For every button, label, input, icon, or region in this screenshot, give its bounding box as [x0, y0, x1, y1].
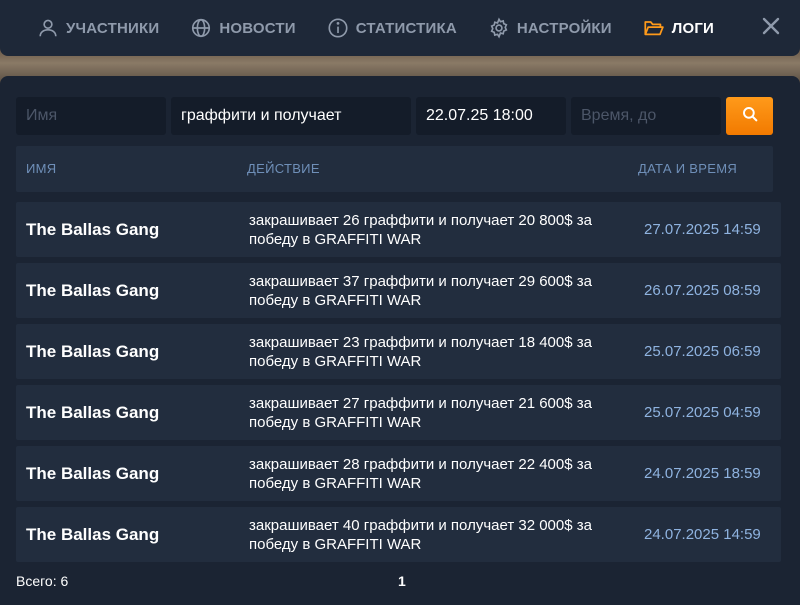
row-datetime: 24.07.2025 14:59: [644, 526, 761, 543]
action-filter-input[interactable]: [171, 97, 411, 135]
tab-statistics-label: СТАТИСТИКА: [355, 19, 457, 37]
filter-bar: [16, 97, 773, 135]
user-icon: [36, 16, 60, 40]
column-header-datetime: ДАТА И ВРЕМЯ: [638, 161, 738, 176]
row-datetime: 24.07.2025 18:59: [644, 465, 761, 482]
row-name: The Ballas Gang: [26, 525, 160, 544]
row-action: закрашивает 23 граффити и получает 18 40…: [249, 333, 592, 370]
column-header-name: ИМЯ: [26, 161, 57, 176]
table-row: The Ballas Gang закрашивает 23 граффити …: [16, 324, 781, 379]
tab-settings-label: НАСТРОЙКИ: [516, 19, 612, 37]
tab-members[interactable]: УЧАСТНИКИ: [36, 0, 159, 56]
info-icon: [326, 16, 350, 40]
total-count: Всего: 6: [16, 573, 69, 589]
table-row: The Ballas Gang закрашивает 37 граффити …: [16, 263, 781, 318]
row-action: закрашивает 26 граффити и получает 20 80…: [249, 211, 592, 248]
row-action: закрашивает 27 граффити и получает 21 60…: [249, 394, 592, 431]
tab-settings[interactable]: НАСТРОЙКИ: [487, 0, 612, 56]
search-button[interactable]: [726, 97, 773, 135]
tab-logs-label: ЛОГИ: [671, 19, 715, 37]
row-action: закрашивает 40 граффити и получает 32 00…: [249, 516, 592, 553]
row-datetime: 25.07.2025 04:59: [644, 404, 761, 421]
pagination-page-1[interactable]: 1: [398, 573, 406, 589]
row-datetime: 27.07.2025 14:59: [644, 221, 761, 238]
tab-news-label: НОВОСТИ: [219, 19, 296, 37]
row-action: закрашивает 37 граффити и получает 29 60…: [249, 272, 592, 309]
row-datetime: 25.07.2025 06:59: [644, 343, 761, 360]
close-icon: [762, 17, 780, 40]
table-row: The Ballas Gang закрашивает 28 граффити …: [16, 446, 781, 501]
table-header: ИМЯ ДЕЙСТВИЕ ДАТА И ВРЕМЯ: [16, 146, 773, 192]
search-icon: [741, 105, 759, 128]
close-button[interactable]: [760, 17, 782, 39]
time-to-input[interactable]: [571, 97, 721, 135]
row-name: The Ballas Gang: [26, 403, 160, 422]
top-navigation: УЧАСТНИКИ НОВОСТИ СТАТИСТИКА НАСТРОЙКИ Л…: [0, 0, 800, 56]
table-row: The Ballas Gang закрашивает 40 граффити …: [16, 507, 781, 562]
tab-members-label: УЧАСТНИКИ: [66, 19, 160, 37]
log-table-body: The Ballas Gang закрашивает 26 граффити …: [16, 202, 781, 568]
table-row: The Ballas Gang закрашивает 27 граффити …: [16, 385, 781, 440]
time-from-input[interactable]: [416, 97, 566, 135]
tab-news[interactable]: НОВОСТИ: [189, 0, 296, 56]
row-name: The Ballas Gang: [26, 464, 160, 483]
gear-icon: [487, 16, 511, 40]
name-filter-input[interactable]: [16, 97, 166, 135]
row-name: The Ballas Gang: [26, 220, 160, 239]
row-datetime: 26.07.2025 08:59: [644, 282, 761, 299]
row-action: закрашивает 28 граффити и получает 22 40…: [249, 455, 592, 492]
globe-icon: [189, 16, 213, 40]
column-header-action: ДЕЙСТВИЕ: [247, 161, 320, 176]
row-name: The Ballas Gang: [26, 281, 160, 300]
tab-logs[interactable]: ЛОГИ: [642, 0, 714, 56]
tab-statistics[interactable]: СТАТИСТИКА: [326, 0, 457, 56]
logs-panel: ИМЯ ДЕЙСТВИЕ ДАТА И ВРЕМЯ The Ballas Gan…: [0, 76, 800, 605]
row-name: The Ballas Gang: [26, 342, 160, 361]
table-row: The Ballas Gang закрашивает 26 граффити …: [16, 202, 781, 257]
folder-open-icon: [642, 16, 666, 40]
